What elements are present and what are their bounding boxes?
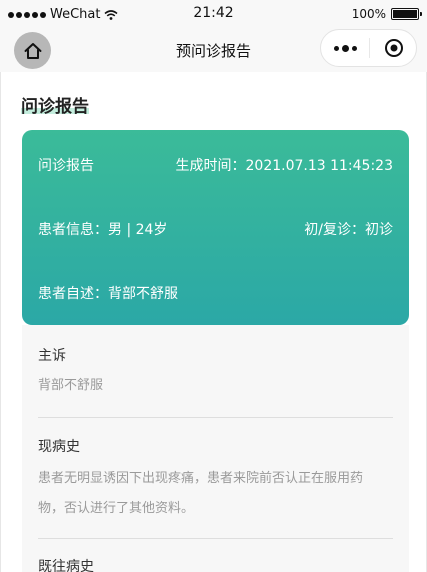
miniprogram-capsule [320, 29, 417, 67]
present-illness-value-line1: 患者无明显诱因下出现疼痛，患者来院前否认正在服用药 [38, 471, 364, 486]
visit-type: 初/复诊：初诊 [304, 222, 393, 238]
card-row-patient: 患者信息：男 | 24岁 初/复诊：初诊 [38, 219, 393, 239]
chief-complaint-label: 主诉 [38, 348, 66, 364]
past-history-label: 既往病史 [38, 559, 94, 572]
target-icon [384, 39, 403, 57]
navigation-bar: 预问诊报告 [0, 28, 427, 72]
section-title: 问诊报告 [21, 97, 89, 117]
present-illness-section: 现病史 患者无明显诱因下出现疼痛，患者来院前否认正在服用药 物，否认进行了其他资… [38, 436, 393, 522]
present-illness-value-line2: 物，否认进行了其他资料。 [38, 501, 195, 516]
card-row-self-report: 患者自述：背部不舒服 [38, 283, 393, 303]
report-summary-card: 问诊报告 生成时间：2021.07.13 11:45:23 患者信息：男 | 2… [22, 130, 409, 325]
past-history-section: 既往病史 [38, 556, 393, 572]
chief-complaint-value: 背部不舒服 [38, 378, 104, 393]
close-miniprogram-button[interactable] [370, 30, 417, 66]
card-row-header: 问诊报告 生成时间：2021.07.13 11:45:23 [38, 155, 393, 175]
patient-info: 患者信息：男 | 24岁 [38, 222, 168, 238]
section-divider [38, 538, 393, 539]
generated-time: 生成时间：2021.07.13 11:45:23 [175, 158, 394, 174]
section-divider [38, 417, 393, 418]
status-right: 100% [351, 7, 422, 21]
present-illness-label: 现病史 [38, 439, 80, 455]
report-details: 主诉 背部不舒服 现病史 患者无明显诱因下出现疼痛，患者来院前否认正在服用药 物… [22, 325, 409, 572]
more-icon [333, 44, 357, 52]
patient-self-report: 患者自述：背部不舒服 [38, 286, 178, 302]
page-content: 问诊报告 问诊报告 生成时间：2021.07.13 11:45:23 患者信息：… [0, 72, 427, 572]
more-button[interactable] [321, 30, 369, 66]
chief-complaint-section: 主诉 背部不舒服 [38, 345, 393, 399]
status-bar: WeChat 21:42 100% [0, 0, 427, 28]
battery-percentage: 100% [351, 7, 386, 21]
battery-icon [391, 8, 422, 20]
card-heading: 问诊报告 [38, 158, 94, 174]
